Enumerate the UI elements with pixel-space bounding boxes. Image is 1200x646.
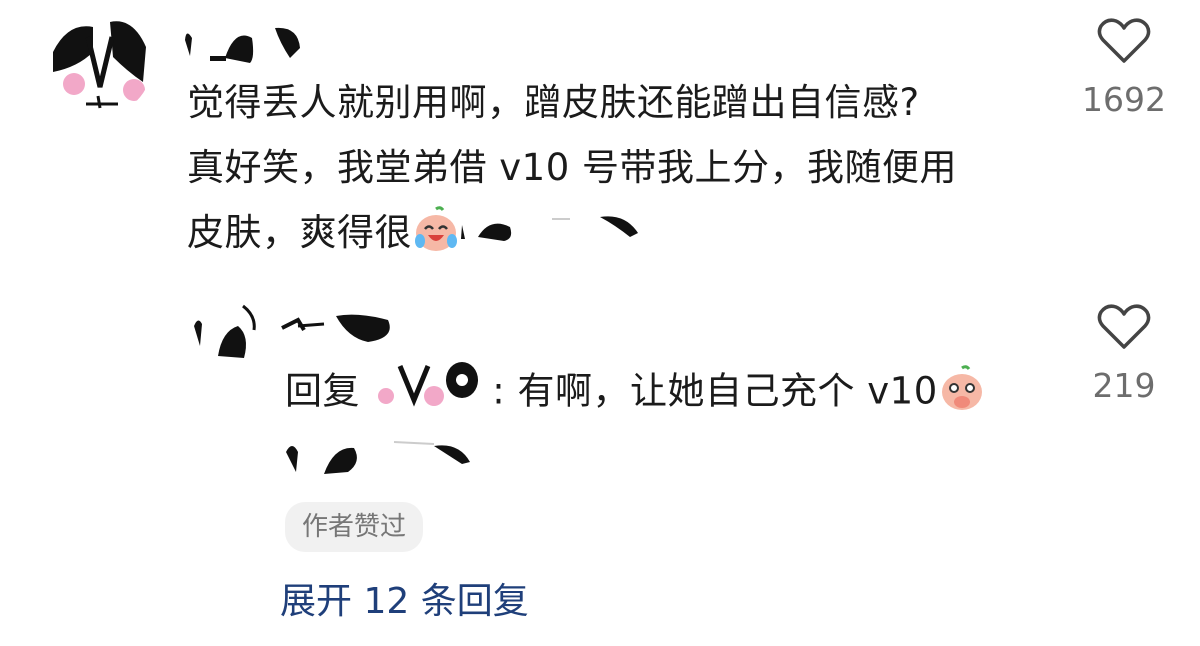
- reply-text: 回复 : 有啊，让她自己充个 v10: [285, 358, 1045, 432]
- covering-mouth-emoji-icon: [938, 364, 986, 432]
- laughing-crying-emoji-icon: [412, 205, 460, 273]
- mention-username-masked[interactable]: [460, 202, 640, 267]
- commenter-username-masked[interactable]: [180, 18, 305, 68]
- comment-text: 觉得丢人就别用啊，蹭皮肤还能蹭出自信感? 真好笑，我堂弟借 v10 号带我上分，…: [187, 70, 1047, 273]
- reply-like-button[interactable]: 219: [1064, 304, 1184, 405]
- replier-username-masked[interactable]: [278, 308, 403, 348]
- heart-outline-icon: [1097, 18, 1151, 63]
- reply-target-username-masked[interactable]: [372, 358, 492, 428]
- comment-line-3: 皮肤，爽得很: [187, 200, 1047, 273]
- comment-line-3-text: 皮肤，爽得很: [187, 211, 412, 254]
- comment-line-1: 觉得丢人就别用啊，蹭皮肤还能蹭出自信感?: [187, 81, 920, 124]
- heart-outline-icon: [1097, 304, 1151, 349]
- comment-line-2: 真好笑，我堂弟借 v10 号带我上分，我随便用: [187, 146, 957, 189]
- reply-like-count: 219: [1092, 366, 1156, 405]
- comment-like-count: 1692: [1082, 80, 1166, 119]
- comment-like-button[interactable]: 1692: [1064, 18, 1184, 119]
- commenter-avatar[interactable]: [48, 12, 152, 116]
- reply-content: : 有啊，让她自己充个 v10: [492, 369, 938, 413]
- author-liked-badge: 作者赞过: [285, 502, 424, 552]
- reply-prefix: 回复: [285, 369, 360, 413]
- reply-username-line-2-masked: [284, 432, 474, 476]
- expand-replies-link[interactable]: 展开 12 条回复: [280, 574, 529, 630]
- replier-avatar[interactable]: [188, 296, 260, 368]
